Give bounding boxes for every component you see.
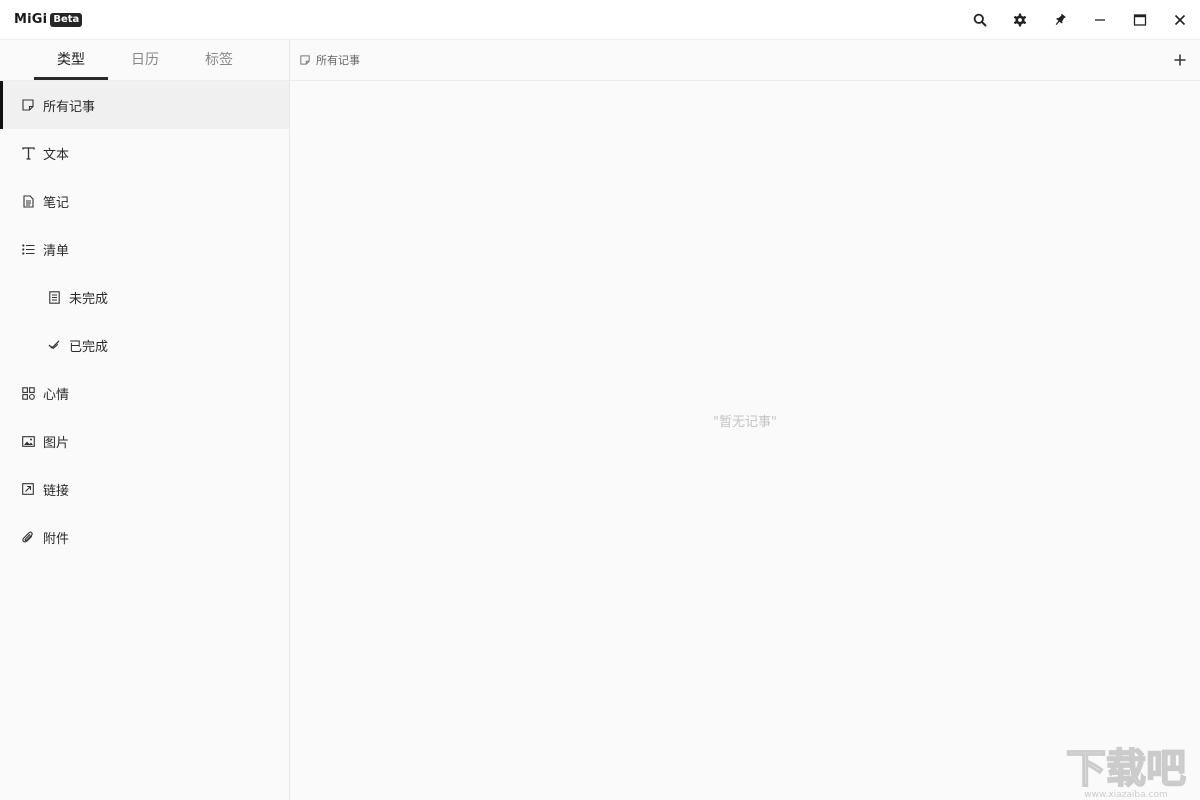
image-icon	[20, 433, 36, 449]
sidebar: 类型 日历 标签 所有记事 文本 笔记 清单 未完成 已完成 心情 图片 链接 …	[0, 40, 290, 800]
beta-badge: Beta	[50, 12, 83, 27]
svg-text:下载吧: 下载吧	[1066, 746, 1186, 792]
sidebar-item-incomplete[interactable]: 未完成	[0, 273, 289, 321]
sidebar-item-links[interactable]: 链接	[0, 465, 289, 513]
tab-type[interactable]: 类型	[34, 40, 108, 80]
watermark-logo: 下载吧 www.xiazaiba.com	[1065, 745, 1187, 800]
text-icon	[20, 145, 36, 161]
tab-calendar[interactable]: 日历	[108, 40, 182, 80]
sidebar-item-completed[interactable]: 已完成	[0, 321, 289, 369]
sidebar-tabs: 类型 日历 标签	[0, 40, 289, 81]
main-header: 所有记事	[290, 40, 1200, 81]
double-check-icon	[46, 337, 62, 353]
main-panel: 所有记事 "暂无记事"	[290, 40, 1200, 800]
sidebar-item-images[interactable]: 图片	[0, 417, 289, 465]
pin-button[interactable]	[1040, 0, 1080, 39]
document-icon	[20, 193, 36, 209]
sidebar-item-label: 已完成	[69, 339, 109, 355]
title-bar: MiGi Beta	[0, 0, 1200, 40]
note-icon	[20, 97, 36, 113]
paperclip-icon	[20, 529, 36, 545]
category-list: 所有记事 文本 笔记 清单 未完成 已完成 心情 图片 链接 附件	[0, 81, 289, 561]
mood-icon	[20, 385, 36, 401]
maximize-icon	[1133, 13, 1147, 26]
sidebar-item-notes[interactable]: 笔记	[0, 177, 289, 225]
add-note-button[interactable]	[1170, 50, 1190, 70]
list-icon	[20, 241, 36, 257]
close-icon	[1174, 14, 1186, 25]
pin-icon	[1055, 13, 1066, 25]
empty-state-text: "暂无记事"	[713, 415, 777, 430]
sidebar-item-mood[interactable]: 心情	[0, 369, 289, 417]
tab-tags[interactable]: 标签	[182, 40, 256, 80]
sidebar-item-label: 清单	[43, 243, 70, 259]
sidebar-item-label: 图片	[43, 435, 70, 451]
sidebar-item-all-notes[interactable]: 所有记事	[0, 81, 289, 129]
maximize-button[interactable]	[1120, 0, 1160, 39]
note-icon	[300, 54, 312, 66]
sidebar-item-label: 文本	[43, 147, 70, 163]
search-button[interactable]	[960, 0, 1000, 39]
close-button[interactable]	[1160, 0, 1200, 39]
sidebar-item-list[interactable]: 清单	[0, 225, 289, 273]
minimize-button[interactable]	[1080, 0, 1120, 39]
plus-icon	[1174, 54, 1186, 66]
svg-text:www.xiazaiba.com: www.xiazaiba.com	[1084, 790, 1168, 800]
breadcrumb: 所有记事	[316, 54, 360, 67]
sidebar-item-label: 笔记	[43, 195, 70, 211]
sidebar-item-label: 所有记事	[43, 99, 96, 115]
gear-icon	[1013, 13, 1027, 26]
sidebar-item-text[interactable]: 文本	[0, 129, 289, 177]
app-name: MiGi	[14, 12, 48, 27]
sidebar-item-label: 心情	[43, 387, 70, 403]
sidebar-item-label: 附件	[43, 531, 70, 547]
settings-button[interactable]	[1000, 0, 1040, 39]
search-icon	[973, 13, 987, 26]
checklist-icon	[46, 289, 62, 305]
window-controls	[960, 0, 1200, 39]
minimize-icon	[1095, 18, 1105, 21]
sidebar-item-attachments[interactable]: 附件	[0, 513, 289, 561]
sidebar-item-label: 未完成	[69, 291, 109, 307]
sidebar-item-label: 链接	[43, 483, 70, 499]
link-icon	[20, 481, 36, 497]
